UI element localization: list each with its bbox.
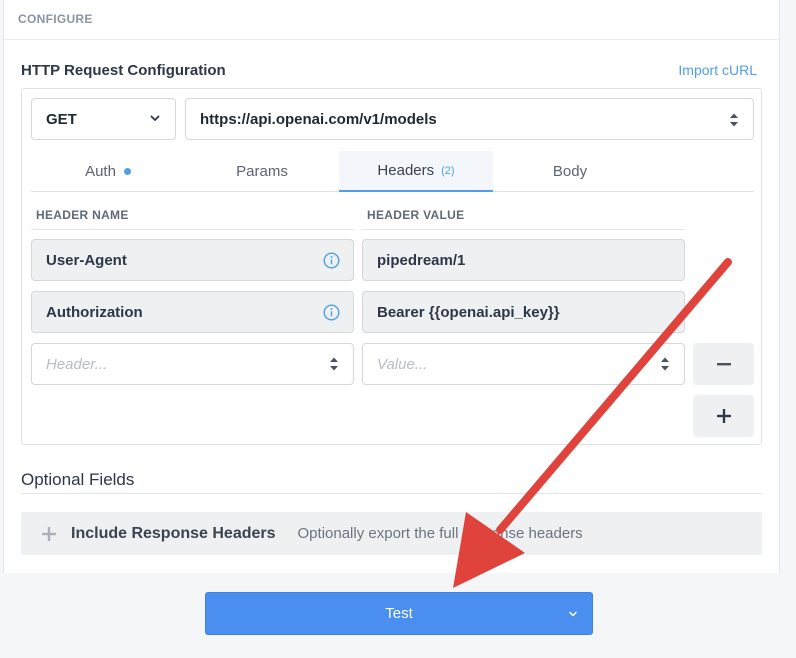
chevron-down-icon[interactable] xyxy=(568,609,578,619)
header-name-column: HEADER NAME xyxy=(36,208,129,222)
include-response-headers-toggle[interactable]: Include Response Headers Optionally expo… xyxy=(21,512,762,555)
header-name-text: User-Agent xyxy=(46,251,127,269)
remove-header-button[interactable] xyxy=(693,343,754,385)
http-config-box: GET https://api.openai.com/v1/models Aut… xyxy=(21,88,762,445)
header-value-text: Bearer {{openai.api_key}} xyxy=(377,303,560,321)
minus-icon xyxy=(716,363,731,366)
updown-caret-icon xyxy=(330,357,338,371)
add-header-button[interactable] xyxy=(693,395,754,437)
header-name-field[interactable]: User-Agent xyxy=(31,239,354,281)
auth-status-dot-icon xyxy=(123,168,131,175)
url-value: https://api.openai.com/v1/models xyxy=(200,110,437,128)
header-name-field[interactable]: Authorization xyxy=(31,291,354,333)
test-button-label: Test xyxy=(385,605,413,622)
column-divider xyxy=(362,229,685,230)
header-name-placeholder: Header... xyxy=(46,355,108,373)
header-value-input[interactable]: Value... xyxy=(362,343,685,385)
method-select[interactable]: GET xyxy=(31,98,176,140)
tab-auth[interactable]: Auth xyxy=(31,151,185,192)
tab-auth-label: Auth xyxy=(85,163,116,180)
headers-count-badge: (2) xyxy=(441,164,455,177)
request-tabs: Auth Params Headers (2) Body xyxy=(31,151,754,192)
tab-headers[interactable]: Headers (2) xyxy=(339,151,493,192)
configure-header: CONFIGURE xyxy=(4,0,779,40)
header-value-field[interactable]: Bearer {{openai.api_key}} xyxy=(362,291,685,333)
info-icon[interactable] xyxy=(323,304,340,321)
include-response-headers-label: Include Response Headers xyxy=(71,524,276,542)
tab-body[interactable]: Body xyxy=(493,151,647,192)
header-value-text: pipedream/1 xyxy=(377,251,466,269)
updown-caret-icon xyxy=(730,113,738,127)
plus-icon xyxy=(42,526,56,541)
tab-params[interactable]: Params xyxy=(185,151,339,192)
import-curl-link[interactable]: Import cURL xyxy=(678,62,757,78)
configure-label: CONFIGURE xyxy=(18,12,93,26)
column-divider xyxy=(31,229,354,230)
test-button[interactable]: Test xyxy=(205,592,593,635)
include-response-headers-description: Optionally export the full response head… xyxy=(297,525,583,542)
chevron-down-icon xyxy=(150,115,160,121)
optional-fields-title: Optional Fields xyxy=(21,470,135,489)
header-value-field[interactable]: pipedream/1 xyxy=(362,239,685,281)
url-input[interactable]: https://api.openai.com/v1/models xyxy=(185,98,754,140)
tab-body-label: Body xyxy=(552,163,588,180)
plus-icon xyxy=(716,409,731,423)
tab-headers-label: Headers xyxy=(377,162,435,179)
http-config-title: HTTP Request Configuration xyxy=(21,62,226,79)
header-name-text: Authorization xyxy=(46,303,143,321)
header-name-input[interactable]: Header... xyxy=(31,343,354,385)
updown-caret-icon xyxy=(661,357,669,371)
header-value-placeholder: Value... xyxy=(377,355,428,373)
tab-params-label: Params xyxy=(236,163,288,180)
header-value-column: HEADER VALUE xyxy=(367,208,465,222)
configure-panel: CONFIGURE HTTP Request Configuration Imp… xyxy=(3,0,780,573)
optional-divider xyxy=(21,493,762,494)
info-icon[interactable] xyxy=(323,252,340,269)
